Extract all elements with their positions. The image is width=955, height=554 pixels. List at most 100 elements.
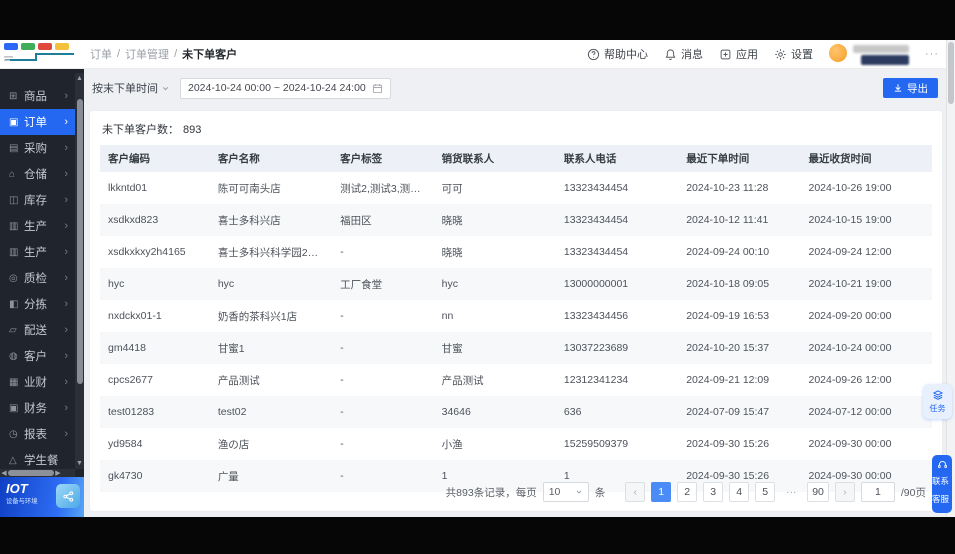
filter-bar: 按末下单时间 2024-10-24 00:00 ~ 2024-10-24 24:… — [84, 69, 946, 107]
sidebar-item-label: 业财 — [24, 377, 47, 389]
sidebar-scrollbar-thumb[interactable] — [76, 99, 83, 385]
table-cell: 甘蜜 — [441, 342, 463, 355]
page-scrollbar-thumb[interactable] — [948, 42, 954, 104]
avatar[interactable] — [829, 43, 847, 62]
messages-button[interactable]: 消息 — [664, 46, 703, 62]
table-row[interactable]: yd9584 渔の店 - 小渔 15259509379 2024-09-30 15:26 2… — [100, 428, 932, 460]
table-cell: 2024-10-12 11:41 — [686, 214, 769, 226]
chevron-down-icon — [575, 488, 583, 496]
table-cell: 甘蜜1 — [217, 342, 245, 355]
table-row[interactable]: test01283 test02 - 34646 636 2024-07-09 15:47… — [100, 396, 932, 428]
chevron-right-icon: › — [64, 141, 68, 154]
breadcrumb: 订单 / 订单管理 / 未下单客户 — [90, 46, 238, 62]
apps-button[interactable]: 应用 — [719, 46, 758, 62]
table-cell: 13323434456 — [563, 310, 629, 322]
sidebar-item-purchase[interactable]: ▤ 采购 › — [0, 135, 75, 161]
sidebar-item-customers[interactable]: ◍ 客户 › — [0, 343, 75, 369]
table-row[interactable]: xsdkxkxy2h4165 喜士多科兴科学园2号1... - 晓晓 133234344… — [100, 236, 932, 268]
sidebar-item-production1[interactable]: ▥ 生产 › — [0, 213, 75, 239]
more-menu[interactable]: ··· — [925, 48, 939, 60]
table-cell: 12312341234 — [563, 374, 629, 386]
table-cell: hyc — [108, 278, 125, 290]
page-jump-input[interactable] — [860, 482, 895, 502]
table-cell: 2024-09-30 00:00 — [808, 438, 892, 450]
table-cell: nxdckx01-1 — [108, 310, 162, 322]
summary-line: 未下单客户数： 893 — [90, 111, 942, 145]
settings-button[interactable]: 设置 — [774, 46, 813, 62]
next-page-button[interactable]: › — [834, 482, 855, 502]
scroll-right-icon[interactable]: ▶ — [54, 469, 62, 477]
chevron-down-icon — [161, 84, 170, 93]
contact-service-button[interactable]: 联系客服 — [932, 455, 952, 513]
page-button-3[interactable]: 3 — [703, 482, 724, 502]
sidebar-item-sorting[interactable]: ◧ 分拣 › — [0, 291, 75, 317]
screen: 订单 / 订单管理 / 未下单客户 帮助中心 消息 应用 设置 ··· ⊞ 商品… — [0, 0, 955, 554]
sidebar-item-reports[interactable]: ◷ 报表 › — [0, 421, 75, 447]
page-button-1[interactable]: 1 — [651, 482, 672, 502]
scroll-down-icon[interactable]: ▼ — [75, 460, 84, 467]
table-cell: - — [340, 246, 344, 258]
settings-label: 设置 — [791, 49, 813, 61]
table-cell: 晓晓 — [441, 246, 463, 259]
sidebar-item-label: 商品 — [24, 91, 47, 103]
page-button-5[interactable]: 5 — [755, 482, 776, 502]
page-button-90[interactable]: 90 — [807, 482, 829, 502]
customers-card: 未下单客户数： 893 客户编码 客户名称 客户标签 销货联系人 联系人电话 最近下单时间最… — [90, 111, 942, 511]
table-row[interactable]: xsdkxd823 喜士多科兴店 福田区 晓晓 13323434454 2024-10-1… — [100, 204, 932, 236]
sidebar: ⊞ 商品 › ▣ 订单 › ▤ 采购 › ⌂ 仓储 › ◫ 库存 › ▥ 生产 › ▥ 生产 › ◎ 质检 › ◧ 分拣 › ▱ 配送 ›… — [0, 69, 84, 517]
page-scrollbar[interactable] — [946, 40, 955, 517]
sidebar-item-goods[interactable]: ⊞ 商品 › — [0, 83, 75, 109]
filter-type-dropdown[interactable]: 按末下单时间 — [92, 80, 170, 96]
page-size-select[interactable]: 10 — [542, 482, 589, 502]
page-button-4[interactable]: 4 — [729, 482, 750, 502]
table-cell: - — [340, 342, 344, 354]
sidebar-item-orders[interactable]: ▣ 订单 › — [0, 109, 75, 135]
table-row[interactable]: cpcs2677 产品测试 - 产品测试 12312341234 2024-09-21 1… — [100, 364, 932, 396]
help-button[interactable]: 帮助中心 — [587, 46, 648, 62]
sidebar-item-delivery[interactable]: ▱ 配送 › — [0, 317, 75, 343]
table-row[interactable]: nxdckx01-1 奶香的茶科兴1店 - nn 13323434456 2024-09-… — [100, 300, 932, 332]
download-icon — [894, 84, 902, 92]
scroll-up-icon[interactable]: ▲ — [75, 75, 84, 82]
date-range-input[interactable]: 2024-10-24 00:00 ~ 2024-10-24 24:00 — [180, 77, 391, 99]
breadcrumb-orders[interactable]: 订单 — [90, 46, 112, 62]
tasks-float-button[interactable]: 任务 — [923, 384, 952, 419]
page-button-2[interactable]: 2 — [677, 482, 698, 502]
column-header: 最近下单时间 — [678, 145, 801, 172]
table-cell: nn — [441, 310, 454, 322]
sidebar-item-inventory[interactable]: ◫ 库存 › — [0, 187, 75, 213]
sidebar-item-quality[interactable]: ◎ 质检 › — [0, 265, 75, 291]
user-chip[interactable] — [829, 43, 909, 65]
table-cell: 晓晓 — [441, 214, 463, 227]
sidebar-item-warehouse[interactable]: ⌂ 仓储 › — [0, 161, 75, 187]
chevron-right-icon: › — [64, 115, 68, 128]
sidebar-item-biz-finance[interactable]: ▦ 业财 › — [0, 369, 75, 395]
app-logo — [0, 40, 84, 68]
iot-module[interactable]: IOT 设备与环境 — [0, 477, 84, 517]
table-cell: 13323434454 — [563, 246, 629, 258]
table-cell: 工厂食堂 — [340, 278, 383, 291]
summary-label: 未下单客户数： — [102, 124, 179, 136]
table-cell: 小渔 — [441, 438, 463, 451]
table-cell: 2024-10-21 19:00 — [808, 278, 892, 290]
table-row[interactable]: hyc hyc 工厂食堂 hyc 13000000001 2024-10-18 09:05… — [100, 268, 932, 300]
customers-table: 客户编码 客户名称 客户标签 销货联系人 联系人电话 最近下单时间 最近收货时间 lkknt… — [100, 145, 932, 492]
table-row[interactable]: gm4418 甘蜜1 - 甘蜜 13037223689 2024-10-20 15:37 2… — [100, 332, 932, 364]
sidebar-item-finance[interactable]: ▣ 财务 › — [0, 395, 75, 421]
apps-icon — [719, 48, 732, 61]
prev-page-button[interactable]: ‹ — [625, 482, 646, 502]
sidebar-item-label: 采购 — [24, 143, 47, 155]
table-row[interactable]: lkkntd01 陈可可南头店 测试2,测试3,测试4... 可可 1332343445… — [100, 172, 932, 204]
export-button[interactable]: 导出 — [883, 78, 938, 98]
sidebar-hscrollbar-thumb[interactable] — [8, 470, 54, 476]
table-cell: 产品测试 — [441, 374, 484, 387]
sidebar-hscrollbar[interactable]: ◀ ▶ — [0, 469, 75, 477]
chevron-right-icon: › — [64, 297, 68, 310]
scroll-left-icon[interactable]: ◀ — [0, 469, 8, 477]
breadcrumb-order-mgmt[interactable]: 订单管理 — [125, 46, 169, 62]
sidebar-scrollbar[interactable]: ▲ ▼ — [75, 73, 84, 469]
table-cell: 15259509379 — [563, 438, 629, 450]
column-header: 客户标签 — [332, 145, 434, 172]
table-cell: 福田区 — [340, 214, 372, 227]
sidebar-item-production2[interactable]: ▥ 生产 › — [0, 239, 75, 265]
